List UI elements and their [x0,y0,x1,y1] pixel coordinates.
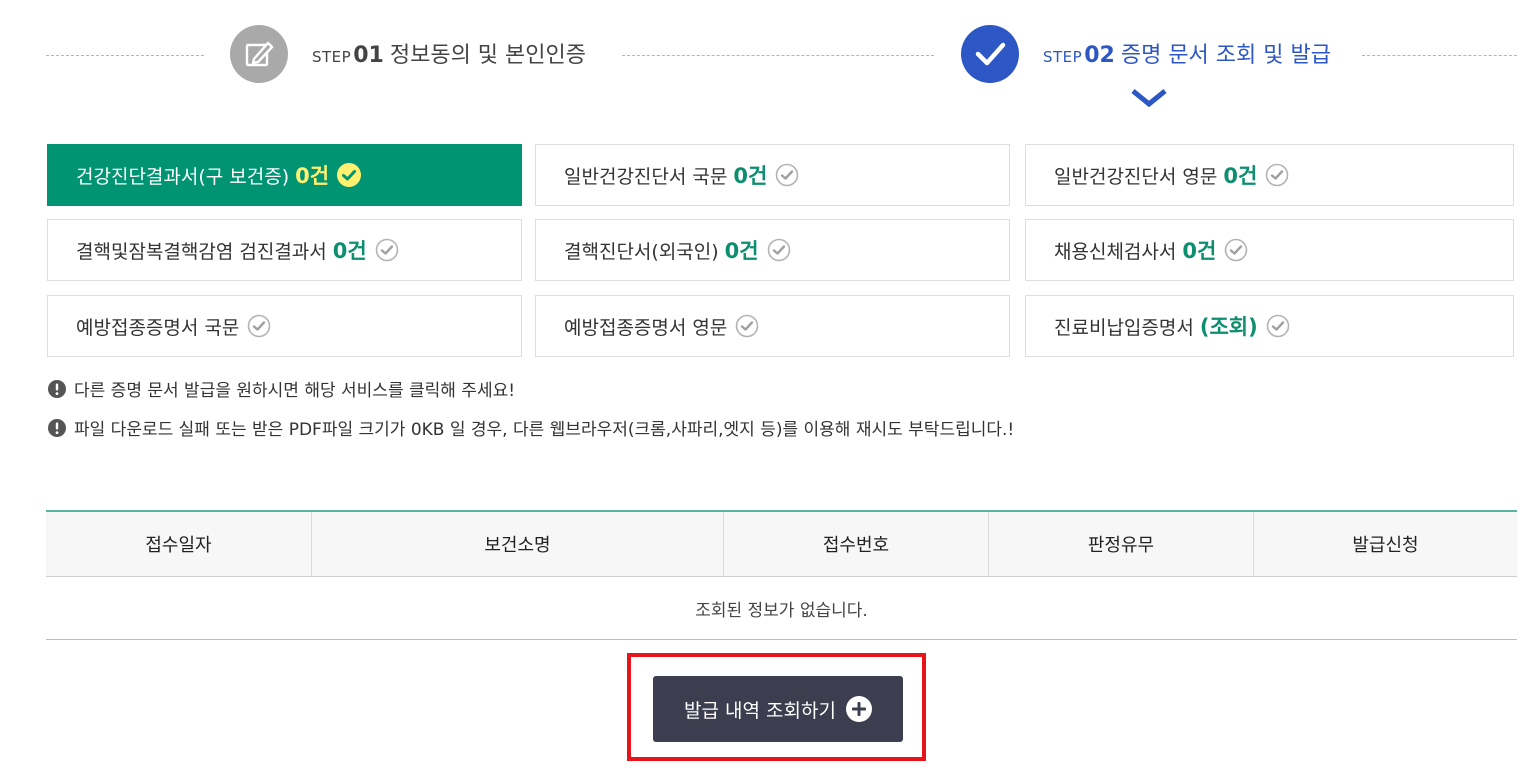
doc-label: 예방접종증명서 국문 [76,316,240,339]
table-header: 접수일자 보건소명 접수번호 판정유무 발급신청 [46,510,1517,577]
step-divider [46,55,204,56]
step-01-label: STEP01 정보동의 및 본인인증 [312,40,586,73]
doc-label: 일반건강진단서 영문 [1054,165,1218,188]
doc-label: 일반건강진단서 국문 [564,165,728,188]
doc-card-employment-physical[interactable]: 채용신체검사서 0건 [1025,219,1514,281]
step-number: 02 [1084,43,1115,68]
check-circle-icon [337,163,362,187]
doc-label: 건강진단결과서(구 보건증) [76,165,290,188]
step-title: 정보동의 및 본인인증 [389,43,586,68]
step-number: 01 [353,43,384,68]
doc-card-vaccination-en[interactable]: 예방접종증명서 영문 [535,295,1010,357]
doc-card-general-health-kr[interactable]: 일반건강진단서 국문 0건 [535,144,1010,206]
check-circle-icon [375,238,399,262]
exclamation-circle-icon [48,418,66,437]
doc-count: 0건 [1182,239,1217,263]
check-circle-icon [1224,238,1248,262]
step-progress: STEP01 정보동의 및 본인인증 STEP02 증명 문서 조회 및 발급 [0,0,1523,110]
empty-message: 조회된 정보가 없습니다. [46,577,1517,640]
checkmark-icon [961,25,1019,83]
check-circle-icon [767,238,791,262]
step-title: 증명 문서 조회 및 발급 [1120,43,1331,68]
chevron-down-icon [1131,89,1167,108]
doc-count: 0건 [1223,164,1258,188]
doc-card-general-health-en[interactable]: 일반건강진단서 영문 0건 [1025,144,1514,206]
doc-count: 0건 [733,164,768,188]
doc-card-tuberculosis-foreigner[interactable]: 결핵진단서(외국인) 0건 [535,219,1010,281]
column-header: 접수일자 [145,535,212,556]
doc-card-tuberculosis-screening[interactable]: 결핵및잠복결핵감염 검진결과서 0건 [47,219,522,281]
doc-card-vaccination-kr[interactable]: 예방접종증명서 국문 [47,295,522,357]
column-header: 접수번호 [723,512,988,576]
issuance-table: 접수일자 보건소명 접수번호 판정유무 발급신청 조회된 정보가 없습니다. [46,510,1517,640]
notice-text: 다른 증명 문서 발급을 원하시면 해당 서비스를 클릭해 주세요! [74,381,516,401]
doc-label: 예방접종증명서 영문 [564,316,728,339]
doc-label: 채용신체검사서 [1054,240,1177,263]
check-circle-icon [247,314,271,338]
check-circle-icon [1266,314,1290,338]
doc-count: 0건 [295,164,330,188]
column-header: 발급신청 [1253,512,1517,576]
doc-card-medical-payment[interactable]: 진료비납입증명서 (조회) [1025,295,1514,357]
doc-label: 결핵진단서(외국인) [564,240,719,263]
notice-download-failure: 파일 다운로드 실패 또는 받은 PDF파일 크기가 0KB 일 경우, 다른 … [48,415,1014,440]
view-issuance-history-button[interactable]: 발급 내역 조회하기 [653,676,903,742]
step-divider [1362,55,1517,56]
doc-card-health-certificate[interactable]: 건강진단결과서(구 보건증) 0건 [47,144,522,206]
exclamation-circle-icon [48,379,66,398]
column-header: 보건소명 [311,512,723,576]
step-02-label: STEP02 증명 문서 조회 및 발급 [1043,40,1331,73]
doc-count: (조회) [1199,315,1258,339]
doc-count: 0건 [332,239,367,263]
check-circle-icon [775,163,799,187]
doc-count: 0건 [724,239,759,263]
notice-text: 파일 다운로드 실패 또는 받은 PDF파일 크기가 0KB 일 경우, 다른 … [74,420,1015,440]
doc-label: 진료비납입증명서 [1054,316,1194,339]
step-divider [622,55,934,56]
step-word: STEP [312,48,352,66]
button-label: 발급 내역 조회하기 [684,699,836,722]
step-word: STEP [1043,48,1083,66]
pencil-edit-icon [230,25,288,83]
check-circle-icon [735,314,759,338]
plus-circle-icon [845,696,872,722]
doc-label: 결핵및잠복결핵감염 검진결과서 [76,240,327,263]
notice-click-service: 다른 증명 문서 발급을 원하시면 해당 서비스를 클릭해 주세요! [48,376,515,401]
column-header: 판정유무 [988,512,1253,576]
check-circle-icon [1265,163,1289,187]
